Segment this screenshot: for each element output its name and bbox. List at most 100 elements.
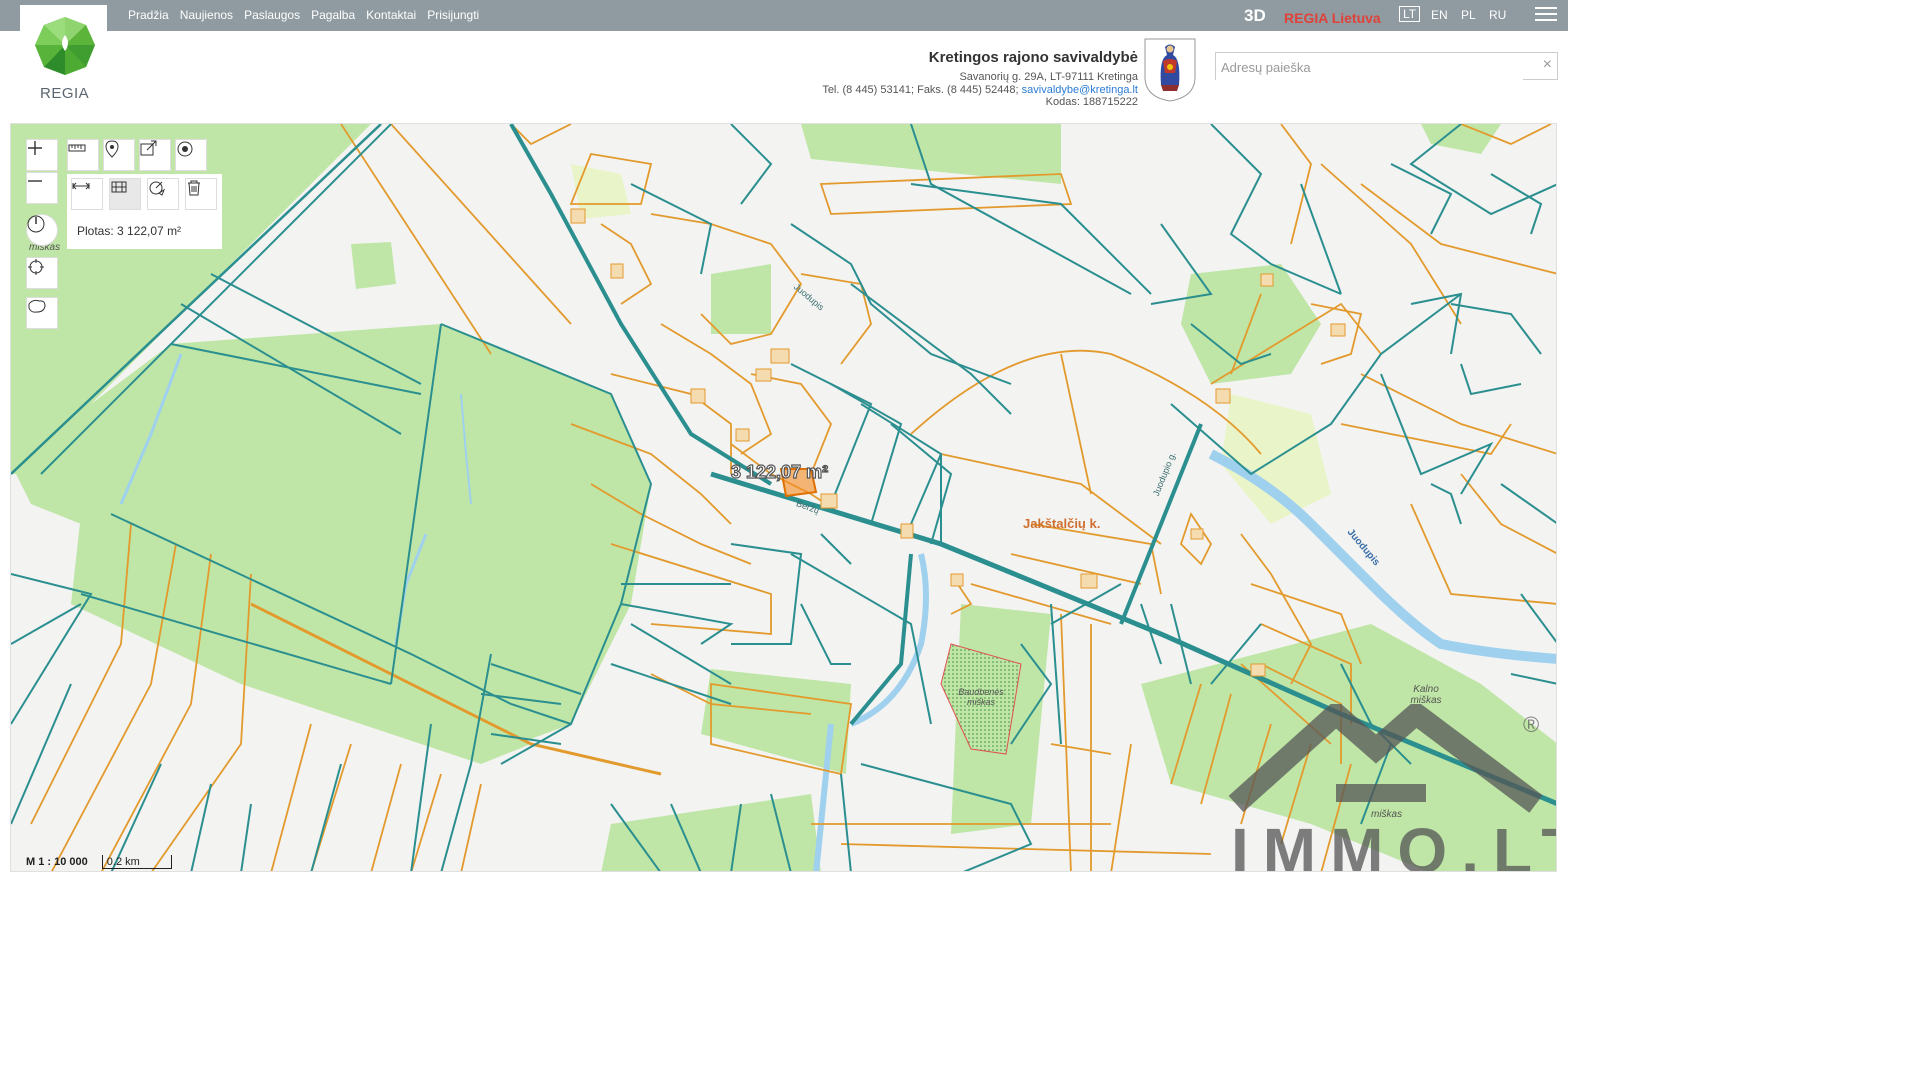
municipality-phone: Tel. (8 445) 53141; Faks. (8 445) 52448; [822, 84, 1022, 96]
marker-tool-button[interactable] [103, 139, 135, 171]
parcel-line [660, 323, 773, 455]
parcel-line [1430, 483, 1462, 525]
building [820, 493, 838, 509]
clear-icon[interactable]: × [1543, 56, 1552, 74]
immo-watermark-text: IMMO.LT [1231, 815, 1556, 872]
parcel-line [1510, 673, 1556, 685]
scale-bar: M 1 : 10 000 0.2 km [10, 853, 172, 871]
building [770, 348, 790, 364]
building [610, 263, 624, 279]
crosshair-icon [28, 259, 44, 275]
parcel-line [750, 373, 833, 475]
parcel-line [840, 773, 852, 871]
radius-icon [149, 181, 166, 196]
nav-item-pradzia[interactable]: Pradžia [128, 8, 169, 22]
parcel-line [730, 124, 773, 205]
locate-button[interactable] [26, 257, 58, 289]
municipality-email[interactable]: savivaldybe@kretinga.lt [1022, 84, 1138, 96]
map-pin-icon [105, 140, 119, 158]
nav-item-paslaugos[interactable]: Paslaugos [244, 8, 300, 22]
parcel-line [1050, 603, 1062, 745]
measured-area-label: 3 122,07 m² [730, 461, 829, 482]
plus-icon [28, 141, 42, 155]
parcel-line [800, 603, 851, 665]
municipality-contacts: Tel. (8 445) 53141; Faks. (8 445) 52448;… [822, 84, 1138, 96]
parcel-line [1410, 292, 1463, 355]
parcel-line [1050, 743, 1112, 755]
forest-label: Kalno miškas [1406, 684, 1446, 706]
lithuania-extent-button[interactable] [26, 297, 58, 329]
parcel-line [830, 383, 903, 525]
parcel-line [600, 223, 653, 305]
share-button[interactable] [139, 139, 171, 171]
measure-tool-button[interactable] [67, 139, 99, 171]
building [1260, 273, 1274, 287]
map-canvas[interactable]: 3 122,07 m² Jakštalčių k. Juodupis Juodu… [10, 123, 1557, 872]
zoom-out-button[interactable] [26, 172, 58, 204]
layer-tool-button[interactable] [175, 139, 207, 171]
lang-pl[interactable]: PL [1461, 8, 1476, 22]
village-label: Jakštalčių k. [1023, 516, 1101, 531]
building [1250, 663, 1266, 677]
target-icon [177, 141, 193, 157]
lithuania-map-icon [28, 299, 46, 313]
parcel-line [1050, 583, 1122, 625]
measure-distance-button[interactable] [71, 178, 103, 210]
scale-ratio: M 1 : 10 000 [26, 856, 88, 868]
forest-label-name: Baudbenės [958, 687, 1004, 697]
measure-area-button[interactable] [109, 178, 141, 210]
parcel-line [1450, 303, 1542, 355]
parcel-line [820, 533, 852, 565]
parcel-line [1110, 743, 1132, 871]
parcel-line [1360, 373, 1556, 455]
kretinga-coat-of-arms [1144, 38, 1196, 102]
parcel-line [11, 603, 82, 645]
road-line [849, 553, 913, 726]
river-line [1208, 449, 1556, 664]
nav-item-naujienos[interactable]: Naujienos [180, 8, 233, 22]
registered-mark: ® [1523, 712, 1540, 737]
parcel-line [1300, 183, 1342, 295]
municipality-code: Kodas: 188715222 [1045, 96, 1138, 108]
menu-icon[interactable] [1535, 7, 1557, 25]
zoom-in-button[interactable] [26, 139, 58, 171]
parcel-line [1460, 363, 1522, 396]
delete-measure-button[interactable] [185, 178, 217, 210]
parcel-line [410, 773, 442, 871]
forest-label: Baudbenės miškas [951, 687, 1011, 707]
municipality-address: Savanorių g. 29A, LT-97111 Kretinga [959, 71, 1138, 83]
parcel-line [620, 603, 734, 645]
lang-lt[interactable]: LT [1399, 6, 1421, 22]
building [1215, 388, 1231, 404]
parcel-line [800, 273, 872, 365]
logo-text: REGIA [40, 85, 90, 102]
minus-icon [28, 180, 42, 182]
trash-icon [188, 180, 200, 196]
parcel-line [340, 124, 492, 355]
lang-ru[interactable]: RU [1489, 8, 1506, 22]
nav-item-pagalba[interactable]: Pagalba [311, 8, 355, 22]
lang-en[interactable]: EN [1431, 8, 1448, 22]
3d-button[interactable]: 3D [1244, 6, 1266, 26]
compass-button[interactable] [26, 214, 58, 246]
regia-lietuva-link[interactable]: REGIA Lietuva [1284, 10, 1381, 26]
building [755, 368, 772, 382]
compass-icon [27, 215, 45, 233]
parcel-line [190, 783, 212, 871]
parcel-line [1490, 173, 1543, 235]
municipality-name: Kretingos rajono savivaldybė [928, 49, 1138, 66]
address-search-input[interactable] [1216, 53, 1523, 81]
main-nav: Pradžia Naujienos Paslaugos Pagalba Kont… [128, 8, 479, 22]
forest-area [711, 264, 771, 334]
distance-icon [72, 182, 90, 190]
address-search: × [1215, 52, 1558, 81]
nav-item-kontaktai[interactable]: Kontaktai [366, 8, 416, 22]
forest-label-name: Kalno [1413, 684, 1439, 695]
nav-item-prisijungti[interactable]: Prisijungti [427, 8, 479, 22]
parcel-line [240, 803, 252, 871]
share-icon [140, 140, 157, 156]
building [1190, 528, 1204, 540]
building [1330, 323, 1346, 337]
measure-radius-button[interactable] [147, 178, 179, 210]
parcel-line [270, 723, 312, 871]
